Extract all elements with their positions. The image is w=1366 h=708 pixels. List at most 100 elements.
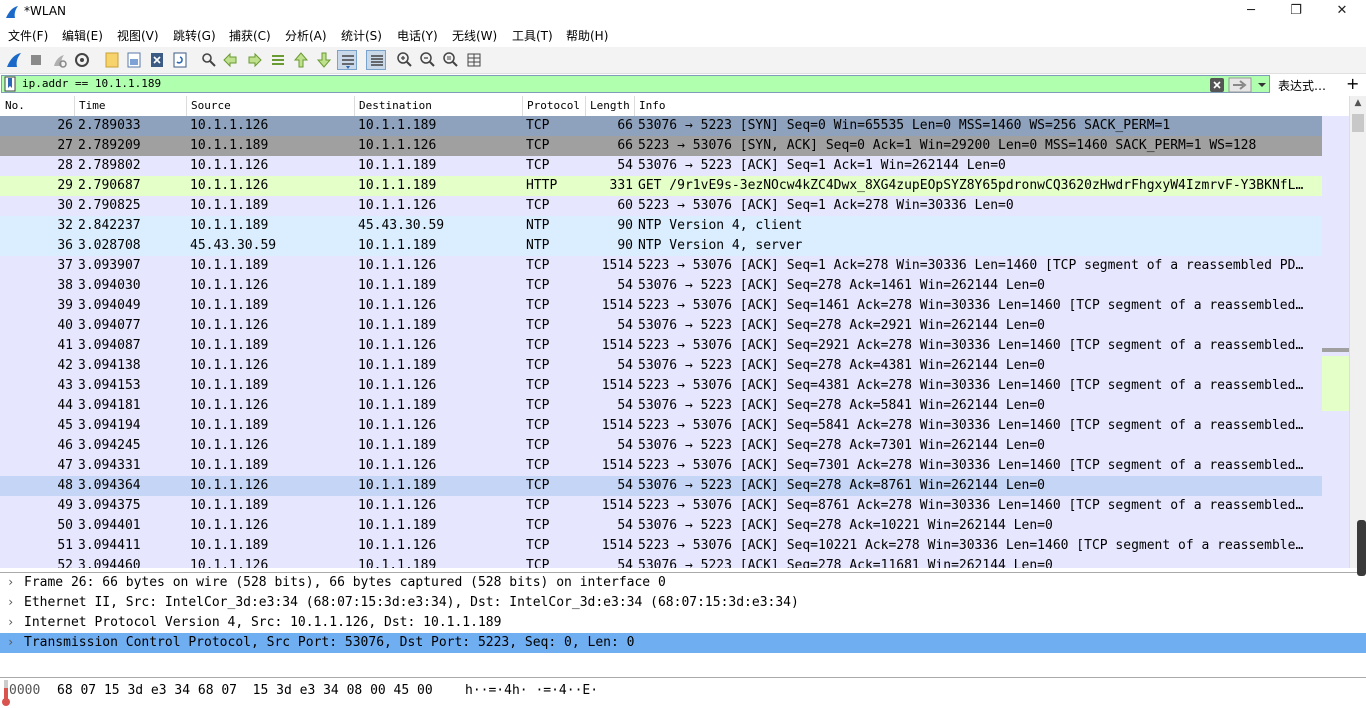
menu-edit[interactable]: 编辑(E) — [62, 27, 103, 44]
packet-row[interactable]: 42 3.094138 10.1.1.126 10.1.1.189 TCP 54 53076… — [0, 356, 1322, 376]
clear-filter-icon[interactable] — [1209, 77, 1225, 93]
menu-tools[interactable]: 工具(T) — [512, 27, 553, 44]
menu-file[interactable]: 文件(F) — [8, 27, 48, 44]
packet-row[interactable]: 49 3.094375 10.1.1.189 10.1.1.126 TCP 1514 522… — [0, 496, 1322, 516]
stop-icon[interactable] — [26, 50, 46, 70]
scroll-thumb[interactable] — [1352, 114, 1364, 132]
restart-icon[interactable] — [49, 50, 69, 70]
zoom-normal-icon[interactable] — [441, 50, 461, 70]
packet-row[interactable]: 51 3.094411 10.1.1.189 10.1.1.126 TCP 1514 522… — [0, 536, 1322, 556]
packet-source: 10.1.1.189 — [190, 198, 269, 213]
column-destination[interactable]: Destination — [359, 99, 432, 112]
resize-columns-icon[interactable] — [464, 50, 484, 70]
packet-row[interactable]: 41 3.094087 10.1.1.189 10.1.1.126 TCP 1514 522… — [0, 336, 1322, 356]
packet-row[interactable]: 26 2.789033 10.1.1.126 10.1.1.189 TCP 66 53076… — [0, 116, 1322, 136]
add-filter-button[interactable]: + — [1346, 74, 1359, 93]
packet-row[interactable]: 32 2.842237 10.1.1.189 45.43.30.59 NTP 90 NTP … — [0, 216, 1322, 236]
packet-source: 10.1.1.126 — [190, 178, 269, 193]
chevron-right-icon[interactable]: › — [7, 615, 14, 629]
detail-tree-item[interactable]: › Ethernet II, Src: IntelCor_3d:e3:34 (68… — [0, 593, 1366, 613]
zoom-out-icon[interactable] — [418, 50, 438, 70]
packet-row[interactable]: 40 3.094077 10.1.1.126 10.1.1.189 TCP 54 53076… — [0, 316, 1322, 336]
packet-destination: 10.1.1.189 — [358, 118, 437, 133]
packet-row[interactable]: 46 3.094245 10.1.1.126 10.1.1.189 TCP 54 53076… — [0, 436, 1322, 456]
close-button[interactable]: ✕ — [1319, 0, 1365, 24]
reload-icon[interactable] — [170, 50, 190, 70]
packet-no: 37 — [57, 258, 73, 273]
minimize-button[interactable]: ─ — [1228, 0, 1274, 24]
close-file-icon[interactable] — [147, 50, 167, 70]
first-icon[interactable] — [291, 50, 311, 70]
packet-destination: 10.1.1.189 — [358, 518, 437, 533]
menu-help[interactable]: 帮助(H) — [566, 27, 608, 44]
menu-capture[interactable]: 捕获(C) — [229, 27, 271, 44]
forward-icon[interactable] — [244, 50, 264, 70]
hex-ascii[interactable]: h··=·4h· ·=·4··E· — [465, 683, 598, 698]
packet-row[interactable]: 43 3.094153 10.1.1.189 10.1.1.126 TCP 1514 522… — [0, 376, 1322, 396]
packet-row[interactable]: 36 3.028708 45.43.30.59 10.1.1.189 NTP 90 NTP … — [0, 236, 1322, 256]
column-no[interactable]: No. — [5, 99, 25, 112]
colorize-icon[interactable] — [366, 50, 386, 70]
display-filter-input[interactable] — [1, 75, 1270, 93]
packet-minimap[interactable] — [1322, 116, 1349, 568]
packet-row[interactable]: 30 2.790825 10.1.1.189 10.1.1.126 TCP 60 5223 … — [0, 196, 1322, 216]
chevron-right-icon[interactable]: › — [7, 595, 14, 609]
autoscroll-icon[interactable] — [337, 50, 357, 70]
display-filter-value[interactable]: ip.addr == 10.1.1.189 — [22, 75, 161, 93]
apply-filter-icon[interactable] — [1228, 77, 1252, 93]
goto-icon[interactable] — [268, 50, 288, 70]
packet-row[interactable]: 27 2.789209 10.1.1.189 10.1.1.126 TCP 66 5223 … — [0, 136, 1322, 156]
packet-list-scrollbar[interactable]: ▲ — [1349, 96, 1366, 568]
packet-no: 42 — [57, 358, 73, 373]
search-icon[interactable] — [199, 50, 219, 70]
column-time[interactable]: Time — [79, 99, 106, 112]
last-icon[interactable] — [314, 50, 334, 70]
chevron-right-icon[interactable]: › — [7, 635, 14, 649]
column-info[interactable]: Info — [639, 99, 666, 112]
packet-info: 5223 → 53076 [ACK] Seq=2921 Ack=278 Win=… — [638, 338, 1304, 353]
packet-row[interactable]: 50 3.094401 10.1.1.126 10.1.1.189 TCP 54 53076… — [0, 516, 1322, 536]
packet-row[interactable]: 48 3.094364 10.1.1.126 10.1.1.189 TCP 54 53076… — [0, 476, 1322, 496]
open-icon[interactable] — [102, 50, 122, 70]
shark-fin-start-icon[interactable] — [4, 50, 24, 70]
packet-info: 53076 → 5223 [ACK] Seq=278 Ack=5841 Win=… — [638, 398, 1045, 413]
packet-row[interactable]: 47 3.094331 10.1.1.189 10.1.1.126 TCP 1514 522… — [0, 456, 1322, 476]
packet-row[interactable]: 37 3.093907 10.1.1.189 10.1.1.126 TCP 1514 522… — [0, 256, 1322, 276]
expression-button[interactable]: 表达式… — [1278, 77, 1326, 94]
maximize-button[interactable]: ❐ — [1273, 0, 1319, 24]
save-icon[interactable] — [124, 50, 144, 70]
menu-analyze[interactable]: 分析(A) — [285, 27, 327, 44]
column-length[interactable]: Length — [590, 99, 630, 112]
menu-go[interactable]: 跳转(G) — [173, 27, 216, 44]
back-icon[interactable] — [221, 50, 241, 70]
zoom-in-icon[interactable] — [395, 50, 415, 70]
packet-row[interactable]: 39 3.094049 10.1.1.189 10.1.1.126 TCP 1514 522… — [0, 296, 1322, 316]
bookmark-icon[interactable] — [4, 76, 16, 92]
menu-telephony[interactable]: 电话(Y) — [397, 27, 438, 44]
hex-bytes[interactable]: 68 07 15 3d e3 34 68 07 15 3d e3 34 08 0… — [57, 683, 433, 698]
packet-info: 53076 → 5223 [SYN] Seq=0 Win=65535 Len=0… — [638, 118, 1171, 133]
chevron-right-icon[interactable]: › — [7, 575, 14, 589]
packet-row[interactable]: 29 2.790687 10.1.1.126 10.1.1.189 HTTP 331 GET… — [0, 176, 1322, 196]
detail-tree-item[interactable]: › Frame 26: 66 bytes on wire (528 bits), … — [0, 573, 1366, 593]
packet-no: 38 — [57, 278, 73, 293]
detail-tree-item[interactable]: › Transmission Control Protocol, Src Port… — [0, 633, 1366, 653]
column-protocol[interactable]: Protocol — [527, 99, 580, 112]
packet-row[interactable]: 44 3.094181 10.1.1.126 10.1.1.189 TCP 54 53076… — [0, 396, 1322, 416]
detail-tree-item[interactable]: › Internet Protocol Version 4, Src: 10.1.… — [0, 613, 1366, 633]
packet-time: 3.094375 — [78, 498, 141, 513]
packet-row[interactable]: 28 2.789802 10.1.1.126 10.1.1.189 TCP 54 53076… — [0, 156, 1322, 176]
menu-wireless[interactable]: 无线(W) — [452, 27, 497, 44]
packet-row[interactable]: 52 3.094460 10.1.1.126 10.1.1.189 TCP 54 53076… — [0, 556, 1322, 568]
packet-length: 54 — [617, 398, 633, 413]
scroll-up-icon[interactable]: ▲ — [1352, 98, 1364, 110]
options-icon[interactable] — [72, 50, 92, 70]
menu-view[interactable]: 视图(V) — [117, 27, 159, 44]
packet-row[interactable]: 45 3.094194 10.1.1.189 10.1.1.126 TCP 1514 522… — [0, 416, 1322, 436]
packet-row[interactable]: 38 3.094030 10.1.1.126 10.1.1.189 TCP 54 53076… — [0, 276, 1322, 296]
side-handle[interactable] — [1357, 520, 1366, 576]
chevron-down-icon[interactable] — [1255, 77, 1269, 93]
packet-time: 3.094087 — [78, 338, 141, 353]
menu-statistics[interactable]: 统计(S) — [341, 27, 382, 44]
column-source[interactable]: Source — [191, 99, 231, 112]
